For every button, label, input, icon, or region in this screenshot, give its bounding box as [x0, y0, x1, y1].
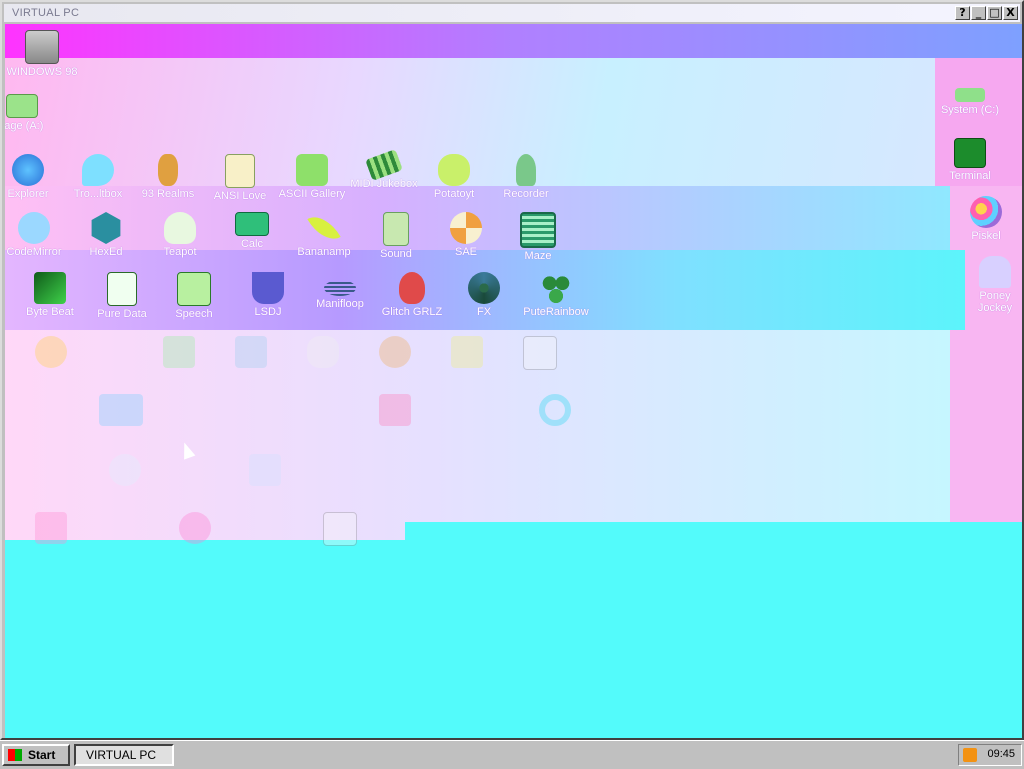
atom-icon [468, 272, 500, 304]
lsdj-icon [252, 272, 284, 304]
ghost-ring-icon [539, 394, 571, 426]
teapot-icon [164, 212, 196, 244]
ansi-icon [225, 154, 255, 188]
windows-logo-icon [8, 749, 22, 761]
monitor-icon [25, 30, 59, 64]
floppy-drive[interactable]: rage (A:) [5, 94, 59, 132]
speech[interactable]: Speech [157, 272, 231, 320]
piskel[interactable]: Piskel [949, 196, 1022, 242]
terminal-icon [954, 138, 986, 168]
help-button[interactable]: ? [955, 6, 970, 20]
palette-icon [970, 196, 1002, 228]
ghost-blob-icon [179, 512, 211, 544]
floppy-drive-icon [6, 94, 38, 118]
ball-icon [450, 212, 482, 244]
terminal[interactable]: Terminal [933, 138, 1007, 182]
ansi-love[interactable]: ANSI Love [203, 154, 277, 202]
ascii-gallery[interactable]: ASCII Gallery [275, 154, 349, 200]
minimize-button[interactable]: _ [971, 6, 986, 20]
calculator-icon [235, 212, 269, 236]
potatoyt[interactable]: Potatoyt [417, 154, 491, 200]
desktop: WINDOWS 98 rage (A:) System (C:) Termina… [5, 24, 1022, 738]
maximize-button[interactable]: □ [987, 6, 1002, 20]
rss-icon[interactable] [963, 748, 977, 762]
window-title: VIRTUAL PC [12, 7, 80, 19]
ghost-notepad-icon [323, 512, 357, 546]
hexagon-icon [91, 212, 121, 244]
ghost-halflife-icon [379, 336, 411, 368]
close-button[interactable]: X [1003, 6, 1018, 20]
hard-drive-icon [955, 88, 985, 102]
banana-icon [307, 209, 341, 247]
bananamp[interactable]: Bananamp [287, 209, 361, 258]
ghost-keyboard-icon [249, 454, 281, 486]
wave-icon [324, 280, 356, 296]
sound-icon [383, 212, 409, 246]
calc[interactable]: Calc [215, 212, 289, 250]
codemirror-icon [18, 212, 50, 244]
ghost-puzzle-icon [451, 336, 483, 368]
glitch-grlz[interactable]: Glitch GRLZ [375, 272, 449, 318]
explorer[interactable]: Explorer [5, 154, 65, 200]
byte-beat[interactable]: Byte Beat [13, 272, 87, 318]
taskbar-virtual-pc[interactable]: VIRTUAL PC [74, 744, 174, 766]
start-button[interactable]: Start [2, 744, 70, 766]
ghost-window-icon [235, 336, 267, 368]
ghost-grid-icon [163, 336, 195, 368]
virtual-pc-window: VIRTUAL PC ? _ □ X WINDOWS 98 rage (A:) [0, 0, 1024, 740]
glitch-band-bottom [405, 522, 1022, 552]
pure-data[interactable]: Pure Data [85, 272, 159, 320]
puterainbow[interactable]: PuteRainbow [519, 272, 593, 318]
pony-icon [979, 256, 1011, 288]
fx[interactable]: FX [447, 272, 521, 318]
sae[interactable]: SAE [429, 212, 503, 258]
recorder[interactable]: Recorder [489, 154, 563, 200]
ghost-doc-icon [523, 336, 557, 370]
codemirror[interactable]: CodeMirror [5, 212, 71, 258]
ghost-smiley-icon [35, 336, 67, 368]
ghost-pink-icon [379, 394, 411, 426]
windows98-icon[interactable]: WINDOWS 98 [5, 30, 79, 78]
dwarf-icon [158, 154, 178, 186]
ghost-cat-icon [99, 394, 143, 426]
trollbox[interactable]: Tro...ltbox [61, 154, 135, 200]
lips-icon [399, 272, 425, 304]
manifloop[interactable]: Manifloop [303, 272, 377, 310]
lsdj[interactable]: LSDJ [231, 272, 305, 318]
hexed[interactable]: HexEd [69, 212, 143, 258]
bytebeat-icon [34, 272, 66, 304]
ghost-bear-icon [307, 336, 339, 368]
maze[interactable]: Maze [501, 212, 575, 262]
clock: 09:45 [987, 748, 1015, 760]
midi-jukebox[interactable]: MIDI Jukebox [347, 149, 421, 190]
start-label: Start [28, 748, 56, 762]
system-c-drive[interactable]: System (C:) [933, 88, 1007, 116]
piano-icon [365, 149, 403, 181]
chat-icon [82, 154, 114, 186]
system-tray: 09:45 [958, 744, 1022, 766]
ghost-moon-icon [109, 454, 141, 486]
ghost-paint-icon [35, 512, 67, 544]
maze-icon [520, 212, 556, 248]
puredata-icon [107, 272, 137, 306]
teapot[interactable]: Teapot [143, 212, 217, 258]
title-bar[interactable]: VIRTUAL PC ? _ □ X [4, 4, 1020, 22]
taskbar: Start VIRTUAL PC 09:45 [0, 740, 1024, 769]
glitch-band-top [5, 24, 1022, 58]
speech-icon [177, 272, 211, 306]
microphone-icon [516, 154, 536, 186]
poney-jockey[interactable]: Poney Jockey [965, 256, 1022, 314]
sound[interactable]: Sound [359, 212, 433, 260]
potato-icon [438, 154, 470, 186]
frogs-icon [540, 272, 572, 304]
globe-icon [12, 154, 44, 186]
number-icon [296, 154, 328, 186]
93-realms[interactable]: 93 Realms [131, 154, 205, 200]
